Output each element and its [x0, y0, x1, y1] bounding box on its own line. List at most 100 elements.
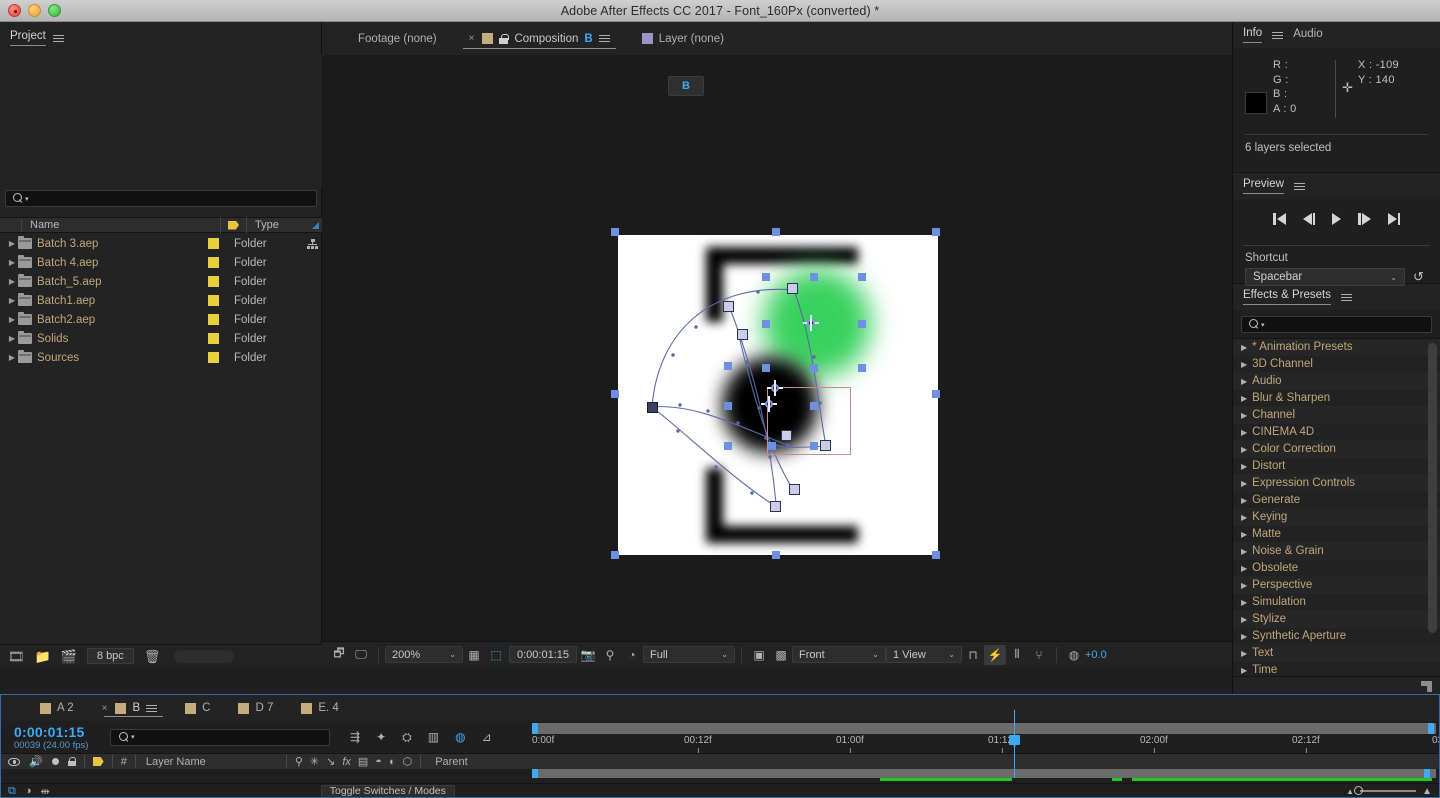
effects-category-item[interactable]: ▶ 3D Channel [1233, 356, 1440, 373]
keyframe-marker[interactable] [789, 484, 800, 495]
tab-info[interactable]: Info [1243, 27, 1263, 43]
selection-handle[interactable] [932, 228, 940, 236]
toggle-mask-and-shape-path-visibility-icon[interactable]: ▩ [770, 645, 792, 665]
timeline-ruler[interactable]: 0:00f00:12f01:00f01:12f02:00f02:12f03:0 [532, 721, 1440, 753]
draft-3d-icon[interactable]: ✦ [376, 730, 386, 745]
hamburger-icon[interactable] [1341, 292, 1352, 303]
selection-handle[interactable] [858, 364, 866, 372]
selection-handle[interactable] [932, 551, 940, 559]
zoom-level-select[interactable]: 200% ⌄ [385, 646, 463, 663]
tab-composition-b[interactable]: × Composition B [453, 22, 626, 55]
solo-icon[interactable] [51, 758, 59, 765]
hamburger-icon[interactable] [146, 703, 158, 714]
selection-handle[interactable] [724, 362, 732, 370]
selection-handle[interactable] [762, 273, 770, 281]
disclosure-triangle-icon[interactable]: ▶ [0, 315, 18, 324]
effects-category-item[interactable]: ▶ Time [1233, 662, 1440, 676]
work-area-start[interactable] [532, 769, 538, 778]
speaker-icon[interactable]: 🔊 [29, 755, 43, 768]
effects-category-item[interactable]: ▶ Color Correction [1233, 441, 1440, 458]
disclosure-triangle-icon[interactable]: ▶ [1241, 360, 1247, 369]
effects-category-item[interactable]: ▶ Matte [1233, 526, 1440, 543]
selection-handle[interactable] [611, 228, 619, 236]
effects-category-item[interactable]: ▶ Keying [1233, 509, 1440, 526]
first-frame-icon[interactable] [1273, 213, 1286, 225]
zoom-slider[interactable] [1354, 786, 1417, 796]
effects-scrollbar[interactable] [1428, 343, 1437, 633]
composition-canvas[interactable] [611, 228, 940, 559]
effects-category-item[interactable]: ▶ Stylize [1233, 611, 1440, 628]
effects-category-list[interactable]: ▶ * Animation Presets ▶ 3D Channel ▶ Audio ▶ Bl… [1233, 338, 1440, 676]
keyframe-marker[interactable] [787, 283, 798, 294]
disclosure-triangle-icon[interactable]: ▶ [1241, 343, 1247, 352]
disclosure-triangle-icon[interactable]: ▶ [0, 296, 18, 305]
effects-category-item[interactable]: ▶ Simulation [1233, 594, 1440, 611]
lock-icon[interactable] [499, 33, 509, 44]
disclosure-triangle-icon[interactable]: ▶ [1241, 394, 1247, 403]
timeline-tab-c[interactable]: C [171, 695, 224, 721]
disclosure-triangle-icon[interactable]: ▶ [1241, 428, 1247, 437]
comp-flowchart-icon[interactable]: ⑂ [1028, 645, 1050, 665]
hide-shy-layers-icon[interactable]: ⛭ [402, 730, 412, 745]
timeline-tab-d7[interactable]: D 7 [224, 695, 287, 721]
disclosure-triangle-icon[interactable]: ▶ [1241, 598, 1247, 607]
project-item-row[interactable]: ▶ Solids Folder [0, 329, 322, 348]
minimize-window-button[interactable] [28, 4, 41, 17]
bit-depth-button[interactable]: 8 bpc [86, 648, 134, 664]
column-header-number[interactable]: # [113, 753, 135, 770]
new-composition-icon[interactable]: 🎬 [61, 650, 77, 663]
graph-editor-icon[interactable]: ⊿ [482, 730, 492, 745]
project-item-label[interactable] [200, 333, 226, 344]
reset-icon[interactable]: ↺ [1413, 269, 1424, 285]
hamburger-icon[interactable] [598, 33, 610, 44]
effects-category-item[interactable]: ▶ Distort [1233, 458, 1440, 475]
eye-icon[interactable] [8, 757, 20, 766]
project-item-label[interactable] [200, 238, 226, 249]
project-item-row[interactable]: ▶ Batch 3.aep Folder [0, 234, 322, 253]
adjustment-layer-icon[interactable]: ◐ [389, 756, 396, 768]
keyframe-marker[interactable] [820, 440, 831, 451]
keyframe-marker[interactable] [770, 501, 781, 512]
composition-viewer[interactable] [322, 102, 1232, 654]
time-navigator-start[interactable] [532, 723, 538, 734]
zoom-slider-knob[interactable] [1354, 786, 1364, 796]
trash-icon[interactable]: 🗑 [144, 650, 161, 663]
disclosure-triangle-icon[interactable]: ▶ [0, 353, 18, 362]
selection-handle[interactable] [611, 551, 619, 559]
quality-icon[interactable]: ↘ [326, 755, 335, 768]
column-header-name[interactable]: Name [22, 219, 220, 231]
view-select[interactable]: Front ⌄ [792, 646, 886, 663]
tag-icon[interactable] [92, 757, 104, 766]
previous-frame-icon[interactable] [1302, 213, 1315, 225]
project-item-row[interactable]: ▶ Batch 4.aep Folder [0, 253, 322, 272]
tab-audio[interactable]: Audio [1293, 28, 1322, 43]
take-snapshot-icon[interactable]: 📷 [577, 645, 599, 665]
project-item-label[interactable] [200, 276, 226, 287]
disclosure-triangle-icon[interactable]: ▶ [1241, 649, 1247, 658]
disclosure-triangle-icon[interactable]: ▶ [0, 239, 18, 248]
show-snapshot-icon[interactable]: ⚲ [599, 645, 621, 665]
zoom-window-button[interactable] [48, 4, 61, 17]
keyframe-marker[interactable] [647, 402, 658, 413]
column-header-parent[interactable]: Parent [421, 756, 467, 768]
disclosure-triangle-icon[interactable]: ▶ [1241, 547, 1247, 556]
close-icon[interactable]: × [469, 33, 475, 44]
selection-handle[interactable] [772, 228, 780, 236]
disclosure-triangle-icon[interactable]: ▶ [1241, 615, 1247, 624]
transfer-controls-icon[interactable]: ◑ [25, 785, 32, 797]
zoom-in-icon[interactable]: ▲ [1422, 786, 1432, 797]
selection-handle[interactable] [772, 551, 780, 559]
always-preview-this-view-icon[interactable]: 🗗 [328, 645, 350, 665]
disclosure-triangle-icon[interactable]: ▶ [1241, 632, 1247, 641]
selection-handle[interactable] [932, 390, 940, 398]
breadcrumb-chip-b[interactable]: B [668, 76, 704, 96]
project-item-label[interactable] [200, 352, 226, 363]
frame-blend-icon[interactable]: ▤ [358, 755, 368, 768]
timeline-tab-e4[interactable]: E. 4 [287, 695, 352, 721]
fx-icon[interactable]: fx [342, 756, 351, 768]
toggle-pixel-aspect-ratio-correction-icon[interactable]: ⊓ [962, 645, 984, 665]
layer-switches-toggle-icon[interactable]: ⧉ [8, 785, 16, 798]
disclosure-triangle-icon[interactable]: ▶ [1241, 496, 1247, 505]
column-header-layer-name[interactable]: Layer Name [136, 756, 286, 768]
tab-effects-and-presets[interactable]: Effects & Presets [1243, 289, 1331, 305]
